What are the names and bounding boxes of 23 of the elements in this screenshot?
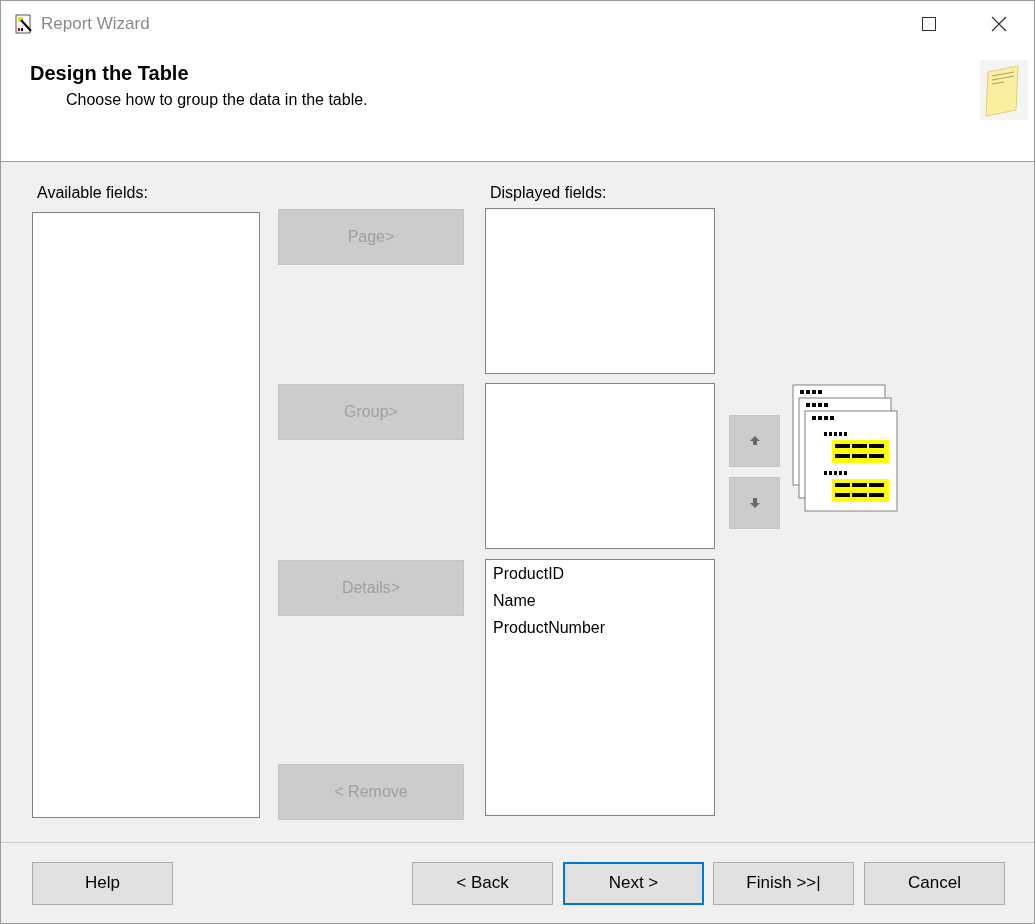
- down-arrow-icon: [748, 497, 761, 509]
- notepad-icon: [980, 60, 1028, 120]
- page-title: Design the Table: [30, 62, 190, 85]
- footer-button[interactable]: Finish >>|: [713, 861, 854, 905]
- close-icon: [991, 16, 1007, 32]
- available-fields-label: Available fields:: [37, 184, 149, 203]
- page-subtitle: Choose how to group the data in the table.: [66, 91, 369, 109]
- footer-button[interactable]: Next >: [563, 861, 704, 905]
- wizard-document-icon: [15, 14, 33, 34]
- footer-button[interactable]: < Back: [412, 861, 553, 905]
- available-fields-list[interactable]: [32, 212, 260, 818]
- displayed-fields-label: Displayed fields:: [490, 184, 608, 203]
- page-fields-list[interactable]: [485, 208, 715, 374]
- footer-button[interactable]: Cancel: [864, 861, 1005, 905]
- field-list-item[interactable]: ProductNumber: [493, 619, 707, 637]
- window-title: Report Wizard: [41, 14, 151, 34]
- group-fields-list[interactable]: [485, 383, 715, 549]
- footer-button[interactable]: Help: [32, 861, 173, 905]
- maximize-icon: [922, 17, 936, 31]
- field-list-item[interactable]: ProductID: [493, 565, 707, 583]
- up-arrow-icon: [748, 435, 761, 447]
- details-fields-list[interactable]: ProductID Name ProductNumber: [485, 559, 715, 816]
- field-list-item[interactable]: Name: [493, 592, 707, 610]
